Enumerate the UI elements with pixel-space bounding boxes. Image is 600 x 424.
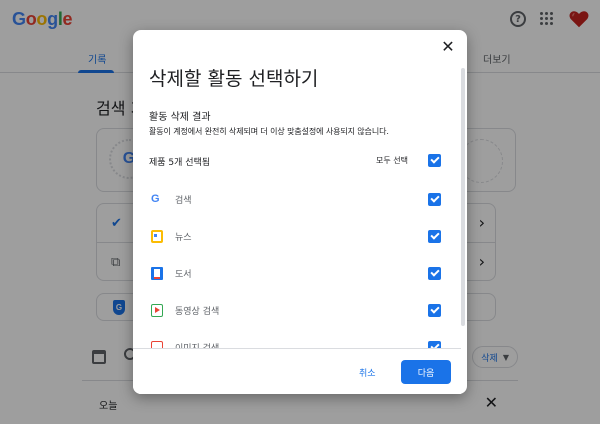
product-label: 도서 xyxy=(175,270,192,280)
product-checkbox[interactable] xyxy=(428,267,441,280)
delete-activity-dialog: ✕ 삭제할 활동 선택하기 활동 삭제 결과 활동이 계정에서 완전히 삭제되며… xyxy=(133,30,467,394)
product-row[interactable]: 뉴스 xyxy=(133,224,453,250)
product-label: 검색 xyxy=(175,196,192,206)
select-all-label: 모두 선택 xyxy=(376,156,408,165)
cancel-button[interactable]: 취소 xyxy=(353,362,382,383)
video-icon xyxy=(151,304,163,317)
dialog-title: 삭제할 활동 선택하기 xyxy=(149,68,319,90)
scrollbar[interactable] xyxy=(461,68,465,326)
product-row[interactable]: 도서 xyxy=(133,261,453,287)
product-label: 뉴스 xyxy=(175,233,192,243)
product-row[interactable]: 동영상 검색 xyxy=(133,298,453,324)
product-checkbox[interactable] xyxy=(428,304,441,317)
dialog-subtitle: 활동 삭제 결과 xyxy=(149,112,211,123)
google-g-icon: G xyxy=(151,193,160,205)
product-row[interactable]: G 검색 xyxy=(133,187,453,213)
product-checkbox[interactable] xyxy=(428,193,441,206)
select-all-checkbox[interactable] xyxy=(428,154,441,167)
dialog-description: 활동이 계정에서 완전히 삭제되며 더 이상 맞춤설정에 사용되지 않습니다. xyxy=(149,127,389,136)
product-label: 동영상 검색 xyxy=(175,307,220,317)
books-icon xyxy=(151,267,163,280)
next-button[interactable]: 다음 xyxy=(401,360,451,384)
news-icon xyxy=(151,230,163,243)
selected-count: 제품 5개 선택됨 xyxy=(149,158,211,168)
product-checkbox[interactable] xyxy=(428,230,441,243)
close-icon[interactable]: ✕ xyxy=(439,38,457,56)
